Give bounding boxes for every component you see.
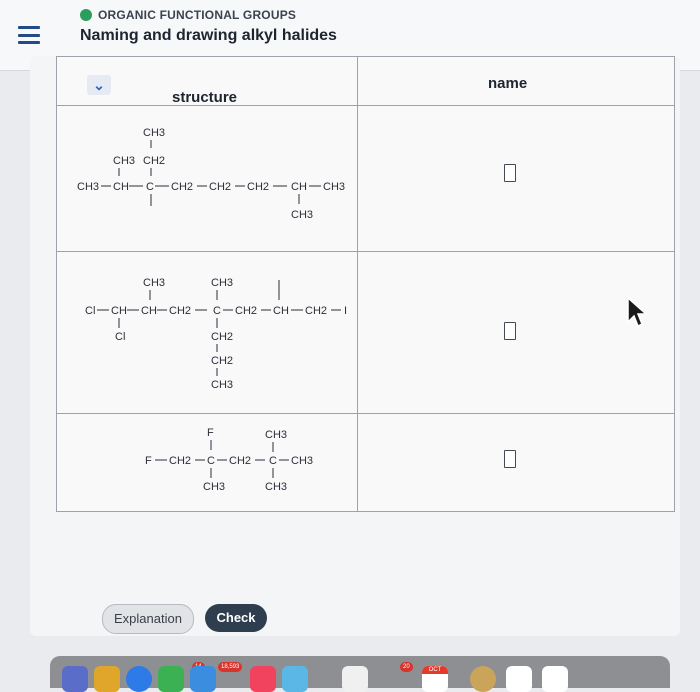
atom-label: C: [146, 181, 154, 193]
music-icon[interactable]: [250, 666, 276, 692]
atom-label: CH2: [247, 181, 269, 193]
mail-icon[interactable]: [190, 666, 216, 692]
structure-drawing-2: CH3 CH3 Cl CH CH CH2 C CH2 CH CH2 I Cl C…: [85, 277, 347, 391]
atom-label: CH3: [211, 277, 233, 289]
atom-label: CH3: [113, 155, 135, 167]
app-icon-3[interactable]: [542, 666, 568, 692]
atom-label: CH: [111, 305, 127, 317]
atom-label: CH2: [211, 355, 233, 367]
atom-label: CH: [141, 305, 157, 317]
structure-drawing-1: CH3 CH3 CH2 CH3 CH C CH2 CH2 CH2 CH CH3 …: [77, 127, 345, 221]
atom-label: F: [207, 427, 214, 439]
atom-label: CH2: [143, 155, 165, 167]
page-title: Naming and drawing alkyl halides: [80, 27, 337, 44]
atom-label: C: [269, 455, 277, 467]
safari-icon[interactable]: [126, 666, 152, 692]
structure-cell-1: CH3 CH3 CH2 CH3 CH C CH2 CH2 CH2 CH CH3 …: [56, 105, 358, 252]
atom-label: CH3: [265, 481, 287, 493]
chevron-down-icon[interactable]: ⌄: [87, 75, 111, 95]
progress-dot-icon: [80, 9, 92, 21]
finder-icon[interactable]: [62, 666, 88, 692]
maps-icon[interactable]: [282, 666, 308, 692]
menu-icon[interactable]: [18, 26, 40, 44]
atom-label: Cl: [115, 331, 125, 343]
atom-label: F: [145, 455, 152, 467]
calendar-badge: 20: [400, 662, 413, 672]
atom-label: C: [213, 305, 221, 317]
atom-label: CH3: [291, 209, 313, 221]
atom-label: CH3: [203, 481, 225, 493]
atom-label: CH: [273, 305, 289, 317]
atom-label: CH3: [211, 379, 233, 391]
atom-label: Cl: [85, 305, 95, 317]
check-button[interactable]: Check: [205, 604, 267, 632]
mouse-cursor-icon: [627, 296, 648, 328]
structure-cell-2: CH3 CH3 Cl CH CH CH2 C CH2 CH CH2 I Cl C…: [56, 251, 358, 414]
atom-label: CH2: [169, 305, 191, 317]
atom-label: CH2: [209, 181, 231, 193]
atom-label: CH3: [265, 429, 287, 441]
question-table: ⌄ structure name CH3 CH3 CH2 CH3 CH C CH…: [56, 56, 675, 512]
atom-label: CH2: [171, 181, 193, 193]
name-cell-3: [357, 413, 675, 512]
atom-label: CH2: [305, 305, 327, 317]
topic-line: ORGANIC FUNCTIONAL GROUPS: [80, 8, 296, 22]
name-answer-input-3[interactable]: [504, 450, 516, 468]
atom-label: CH3: [143, 127, 165, 139]
mail-badge: 18,593: [218, 662, 243, 672]
dock: 14 18,593 20 OCT: [50, 656, 670, 692]
calendar-icon[interactable]: OCT: [422, 666, 448, 692]
name-column-label: name: [488, 75, 528, 92]
name-answer-input-2[interactable]: [504, 322, 516, 340]
name-cell-1: [357, 105, 675, 252]
structure-header: ⌄ structure: [56, 56, 358, 106]
messages-icon[interactable]: [158, 666, 184, 692]
name-cell-2: [357, 251, 675, 414]
atom-label: CH3: [291, 455, 313, 467]
explanation-button[interactable]: Explanation: [102, 604, 194, 634]
name-header: name: [357, 56, 675, 106]
atom-label: CH3: [143, 277, 165, 289]
launchpad-icon[interactable]: [94, 666, 120, 692]
app-icon[interactable]: [470, 666, 496, 692]
structure-cell-3: F CH3 F CH2 C CH2 C CH3 CH3 CH3: [56, 413, 358, 512]
atom-label: CH: [113, 181, 129, 193]
structure-drawing-3: F CH3 F CH2 C CH2 C CH3 CH3 CH3: [145, 427, 313, 493]
name-answer-input-1[interactable]: [504, 164, 516, 182]
atom-label: CH2: [169, 455, 191, 467]
atom-label: I: [344, 305, 347, 317]
atom-label: CH2: [211, 331, 233, 343]
atom-label: CH2: [235, 305, 257, 317]
calendar-month: OCT: [422, 666, 448, 674]
atom-label: C: [207, 455, 215, 467]
atom-label: CH3: [77, 181, 99, 193]
photos-icon[interactable]: [342, 666, 368, 692]
app-icon-2[interactable]: [506, 666, 532, 692]
atom-label: CH3: [323, 181, 345, 193]
atom-label: CH2: [229, 455, 251, 467]
topic-label: ORGANIC FUNCTIONAL GROUPS: [98, 8, 297, 22]
structure-column-label: structure: [172, 89, 238, 106]
atom-label: CH: [291, 181, 307, 193]
